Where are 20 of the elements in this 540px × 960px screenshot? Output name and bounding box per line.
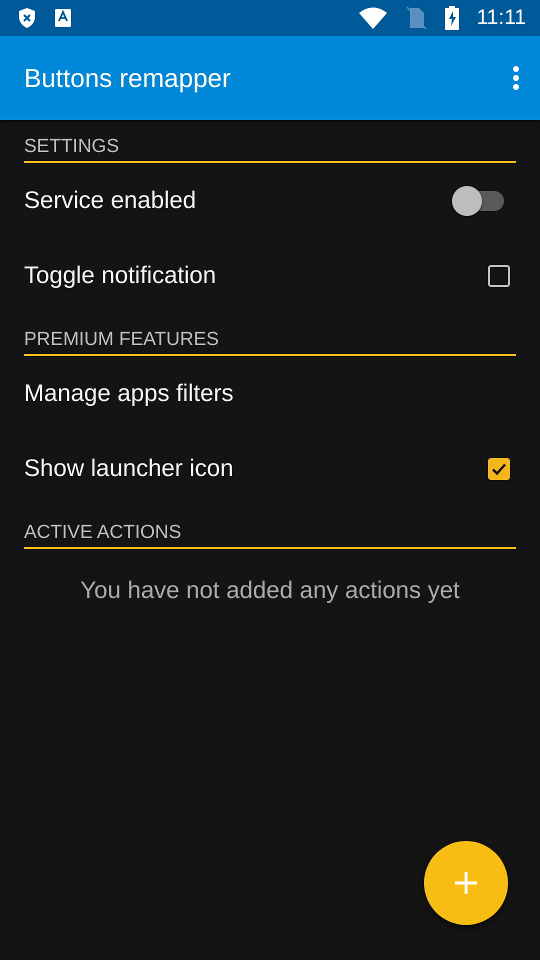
more-icon <box>512 65 520 91</box>
toggle-switch[interactable] <box>452 186 506 216</box>
setting-label[interactable]: Toggle notification <box>24 262 488 290</box>
no-sim-icon <box>404 6 427 30</box>
setting-label[interactable]: Service enabled <box>24 186 452 214</box>
empty-message: You have not added any actions yet <box>79 576 461 606</box>
app-title: Buttons remapper <box>24 62 232 94</box>
plus-icon <box>455 872 477 894</box>
wifi-icon <box>358 7 387 29</box>
keyboard-icon <box>54 8 72 28</box>
checkbox[interactable] <box>488 264 510 286</box>
setting-label[interactable]: Manage apps filters <box>24 380 506 408</box>
section-header: PREMIUM FEATURES <box>24 313 516 356</box>
clock-time: 11:11 <box>476 6 526 30</box>
section-header: ACTIVE ACTIONS <box>24 506 516 549</box>
section-header: SETTINGS <box>24 120 516 163</box>
checkbox[interactable] <box>488 458 510 480</box>
battery-charging-icon <box>444 6 459 30</box>
shield-icon <box>18 7 36 29</box>
setting-label[interactable]: Show launcher icon <box>24 454 488 482</box>
